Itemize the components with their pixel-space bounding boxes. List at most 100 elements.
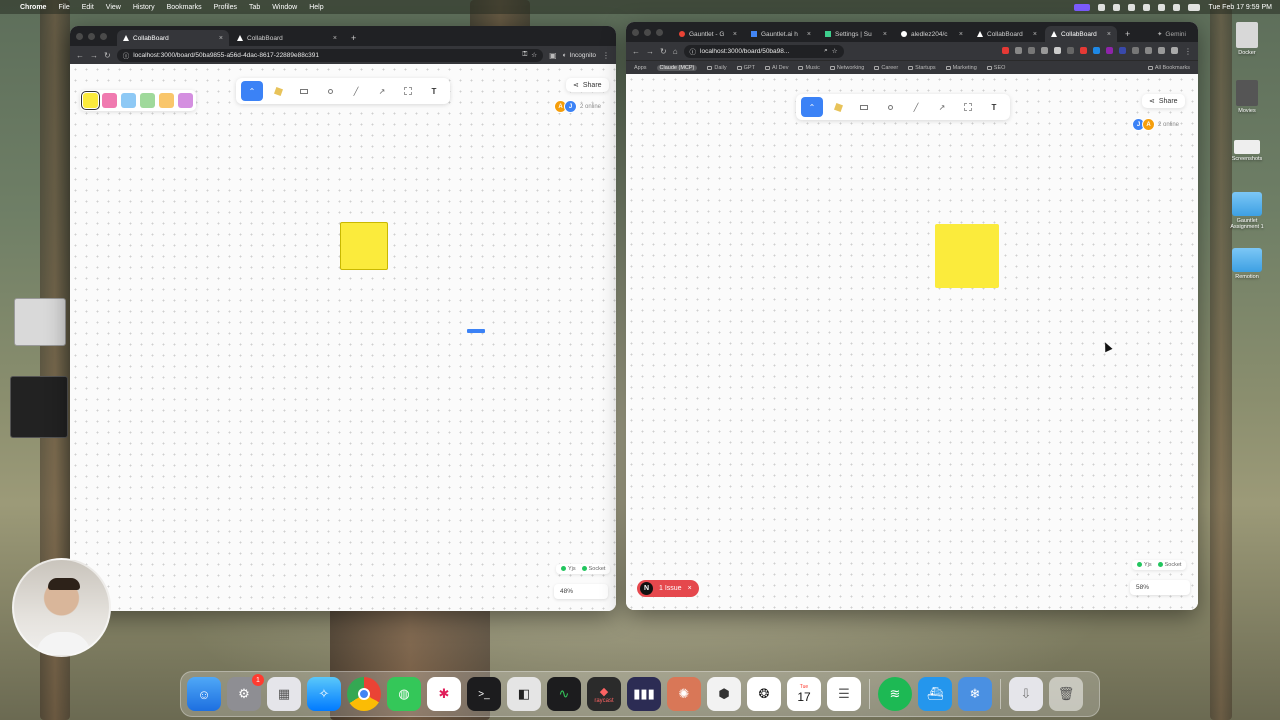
bookmark-apps[interactable]: Apps — [634, 65, 647, 71]
menu-bookmarks[interactable]: Bookmarks — [167, 4, 202, 11]
extension-icon[interactable] — [1041, 46, 1048, 54]
stage-manager-thumbnail[interactable] — [10, 376, 68, 438]
site-info-icon[interactable]: ⓘ — [123, 50, 130, 60]
dock-system-settings[interactable]: ⚙ 1 — [227, 674, 264, 711]
reload-icon[interactable]: ↻ — [660, 47, 667, 56]
forward-icon[interactable]: → — [90, 51, 98, 60]
menu-history[interactable]: History — [133, 4, 155, 11]
menu-help[interactable]: Help — [309, 4, 323, 11]
color-swatch-green[interactable] — [140, 93, 155, 108]
rectangle-tool-button[interactable] — [293, 81, 315, 101]
share-button[interactable]: ⋖ Share — [1142, 94, 1185, 108]
color-swatch-yellow[interactable] — [81, 91, 100, 110]
extension-icon[interactable] — [1054, 46, 1061, 54]
tab-collabboard[interactable]: CollabBoard × — [117, 30, 229, 46]
dock-terminal[interactable]: >_ — [467, 677, 501, 711]
circle-tool-button[interactable] — [319, 81, 341, 101]
color-swatch-orange[interactable] — [159, 93, 174, 108]
color-swatch-pink[interactable] — [102, 93, 117, 108]
gemini-button[interactable]: ✦ Gemini — [1157, 26, 1198, 42]
stage-manager-thumbnail[interactable] — [14, 298, 66, 346]
color-swatch-blue[interactable] — [121, 93, 136, 108]
close-tab-icon[interactable]: × — [219, 35, 223, 42]
circle-tool-button[interactable] — [879, 97, 901, 117]
avatar[interactable]: A — [1142, 118, 1155, 131]
address-bar[interactable]: ⓘ localhost:3000/board/50ba9855-a56d-4da… — [116, 48, 544, 62]
minimize-window-button[interactable] — [644, 28, 651, 36]
desktop-icon-remotion[interactable]: Remotion — [1222, 248, 1272, 280]
address-bar[interactable]: ⓘ localhost:3000/board/50ba98... ⌕ ☆ — [683, 44, 844, 58]
all-bookmarks[interactable]: All Bookmarks — [1147, 65, 1190, 71]
dock-chrome[interactable] — [347, 677, 381, 711]
bookmark-folder-marketing[interactable]: Marketing — [945, 65, 977, 71]
desktop-icon-gauntlet-assignment[interactable]: Gauntlet Assignment 1 — [1222, 192, 1272, 230]
close-tab-icon[interactable]: × — [959, 31, 963, 38]
select-tool-button[interactable]: ⌃ — [801, 97, 823, 117]
zoom-window-button[interactable] — [100, 32, 107, 40]
back-icon[interactable]: ← — [76, 51, 84, 60]
tab-collabboard[interactable]: CollabBoard × — [971, 26, 1043, 42]
dock-slack[interactable]: ✱ — [427, 677, 461, 711]
minimize-window-button[interactable] — [88, 32, 95, 40]
select-tool-button[interactable]: ⌃ — [241, 81, 263, 101]
profile-icon[interactable] — [1171, 46, 1178, 54]
status-icon[interactable] — [1143, 3, 1151, 11]
dock-docker[interactable]: ⛴ — [918, 677, 952, 711]
menu-tab[interactable]: Tab — [249, 4, 260, 11]
extension-icon[interactable] — [1067, 46, 1074, 54]
close-tab-icon[interactable]: × — [1033, 31, 1037, 38]
status-icon[interactable] — [1158, 3, 1166, 11]
menubar-clock[interactable]: Tue Feb 17 9:59 PM — [1208, 4, 1272, 11]
extension-icon[interactable] — [1002, 46, 1009, 54]
sticky-note-tool-button[interactable] — [267, 81, 289, 101]
sidebar-icon[interactable] — [1158, 46, 1165, 54]
extension-icon[interactable] — [1119, 46, 1126, 54]
extension-icon[interactable] — [1028, 46, 1035, 54]
new-tab-button[interactable]: + — [345, 30, 362, 46]
dock-spotify[interactable]: ≋ — [878, 677, 912, 711]
dock-calendar[interactable]: Tue 17 — [787, 677, 821, 711]
dock-cursor[interactable]: ◧ — [507, 677, 541, 711]
menu-profiles[interactable]: Profiles — [214, 4, 237, 11]
zoom-lens-icon[interactable]: ⌕ — [824, 47, 828, 55]
close-tab-icon[interactable]: × — [733, 31, 737, 38]
bookmark-folder-career[interactable]: Career — [874, 65, 898, 71]
dock-raycast[interactable]: ◆ raycast — [587, 677, 621, 711]
dock-reminders[interactable]: ☰ — [827, 677, 861, 711]
sticky-note[interactable] — [935, 224, 999, 288]
sticky-note-tool-button[interactable] — [827, 97, 849, 117]
close-tab-icon[interactable]: × — [883, 31, 887, 38]
tab-gauntlet-ai[interactable]: Gauntlet.ai h × — [745, 26, 817, 42]
wifi-icon[interactable] — [1173, 3, 1181, 11]
frame-tool-button[interactable] — [397, 81, 419, 101]
arrow-tool-button[interactable]: ↗ — [371, 81, 393, 101]
extension-icon[interactable] — [1132, 46, 1139, 54]
menu-view[interactable]: View — [106, 4, 121, 11]
new-tab-button[interactable]: + — [1119, 26, 1136, 42]
menu-edit[interactable]: Edit — [82, 4, 94, 11]
menu-kebab-icon[interactable]: ⋮ — [1184, 47, 1192, 56]
dock-activity-monitor[interactable]: ∿ — [547, 677, 581, 711]
dock-downloads[interactable]: ⇩ — [1009, 677, 1043, 711]
line-tool-button[interactable]: ╱ — [345, 81, 367, 101]
bookmark-star-icon[interactable]: ☆ — [531, 51, 537, 59]
site-info-icon[interactable]: ⓘ — [690, 46, 697, 56]
menu-kebab-icon[interactable]: ⋮ — [602, 51, 610, 60]
tab-collabboard-active[interactable]: CollabBoard × — [1045, 26, 1117, 42]
tab-gauntlet[interactable]: Gauntlet - G × — [673, 26, 743, 42]
bookmark-folder-startups[interactable]: Startups — [908, 65, 936, 71]
dock-chatgpt[interactable]: ❂ — [747, 677, 781, 711]
forward-icon[interactable]: → — [646, 47, 654, 56]
desktop-icon-movies[interactable]: Movies — [1222, 80, 1272, 114]
bookmark-folder-networking[interactable]: Networking — [829, 65, 864, 71]
bookmark-folder-ai-dev[interactable]: AI Dev — [764, 65, 788, 71]
text-tool-button[interactable]: T — [423, 81, 445, 101]
tab-collabboard[interactable]: CollabBoard × — [231, 30, 343, 46]
bookmark-folder-music[interactable]: Music — [798, 65, 820, 71]
reload-icon[interactable]: ↻ — [104, 51, 111, 60]
frame-tool-button[interactable] — [957, 97, 979, 117]
menu-app-name[interactable]: Chrome — [20, 4, 46, 11]
nextjs-issue-badge[interactable]: N 1 Issue × — [637, 580, 699, 597]
extension-icon[interactable] — [1093, 46, 1100, 54]
extension-icon[interactable] — [1015, 46, 1022, 54]
